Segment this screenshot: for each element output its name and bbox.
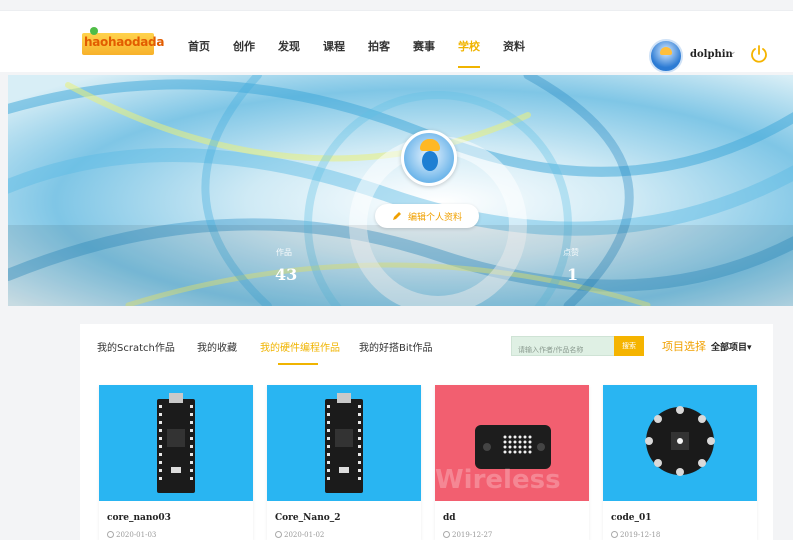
search-button[interactable]: 搜索 <box>614 336 644 356</box>
edit-profile-label: 编辑个人资料 <box>407 212 462 223</box>
work-card[interactable]: code_01 2019-12-18 <box>603 385 757 540</box>
nav-item-contests[interactable]: 赛事 <box>413 38 435 58</box>
search-box <box>511 336 615 359</box>
stat-label-likes: 点赞 <box>563 248 579 257</box>
profile-banner: 作品 43 点赞 1 <box>8 75 793 306</box>
site-logo[interactable]: haohaodada <box>82 33 164 55</box>
nav-item-paike[interactable]: 拍客 <box>368 38 390 58</box>
tab-hardware-works[interactable]: 我的硬件编程作品 <box>260 339 340 365</box>
pencil-icon <box>392 212 401 220</box>
nav-item-create[interactable]: 创作 <box>233 38 255 58</box>
clock-icon <box>275 531 282 538</box>
work-card[interactable]: core_nano03 2020-01-03 <box>99 385 253 540</box>
tab-favorites[interactable]: 我的收藏 <box>197 339 237 354</box>
nav-item-home[interactable]: 首页 <box>188 38 210 58</box>
work-title[interactable]: dd <box>443 513 456 523</box>
nav-item-discover[interactable]: 发现 <box>278 38 300 58</box>
nav-item-school[interactable]: 学校 <box>458 38 480 68</box>
stat-label-works: 作品 <box>276 248 292 257</box>
clock-icon <box>443 531 450 538</box>
stat-value-likes: 1 <box>567 265 579 284</box>
tab-scratch-works[interactable]: 我的Scratch作品 <box>97 339 175 354</box>
nav-item-materials[interactable]: 资料 <box>503 38 525 58</box>
user-avatar[interactable] <box>649 39 683 73</box>
work-date-text: 2020-01-03 <box>116 531 157 539</box>
clock-icon <box>107 531 114 538</box>
project-filter-label: 项目选择 <box>662 340 706 353</box>
top-header: haohaodada 首页 创作 发现 课程 拍客 赛事 学校 资料 dolph… <box>0 10 793 73</box>
stat-value-works: 43 <box>275 265 298 284</box>
logo-text: haohaodada <box>84 35 165 49</box>
edit-profile-button[interactable]: 编辑个人资料 <box>375 204 479 228</box>
project-filter-select[interactable]: 全部项目▾ <box>711 340 752 353</box>
project-filter-value: 全部项目 <box>711 343 748 353</box>
work-thumbnail[interactable] <box>267 385 421 501</box>
works-panel: 我的Scratch作品 我的收藏 我的硬件编程作品 我的好搭Bit作品 搜索 项… <box>80 324 773 540</box>
work-date-text: 2019-12-27 <box>452 531 493 539</box>
work-thumbnail[interactable]: Wireless <box>435 385 589 501</box>
power-icon[interactable] <box>749 44 769 64</box>
chevron-down-icon[interactable]: ⌄ <box>729 47 737 57</box>
search-input[interactable] <box>512 341 614 359</box>
avatar-cap <box>420 139 440 151</box>
nano-board-icon <box>325 393 363 493</box>
work-thumbnail[interactable] <box>99 385 253 501</box>
works-tabs: 我的Scratch作品 我的收藏 我的硬件编程作品 我的好搭Bit作品 搜索 项… <box>80 324 773 366</box>
main-nav: 首页 创作 发现 课程 拍客 赛事 学校 资料 <box>188 38 548 68</box>
round-board-icon <box>645 406 715 476</box>
tab-bit-works[interactable]: 我的好搭Bit作品 <box>359 339 433 354</box>
profile-avatar <box>401 130 457 186</box>
card-watermark: Wireless <box>435 465 561 495</box>
profile-page: haohaodada 首页 创作 发现 课程 拍客 赛事 学校 资料 dolph… <box>0 0 793 540</box>
caret-down-icon: ▾ <box>747 343 752 353</box>
work-date-text: 2019-12-18 <box>620 531 661 539</box>
work-thumbnail[interactable] <box>603 385 757 501</box>
work-card[interactable]: Core_Nano_2 2020-01-02 <box>267 385 421 540</box>
clock-icon <box>611 531 618 538</box>
work-date: 2019-12-18 <box>611 531 660 539</box>
user-name[interactable]: dolphin <box>690 49 733 60</box>
logo-leaf-icon <box>90 27 98 35</box>
work-title[interactable]: Core_Nano_2 <box>275 513 341 523</box>
work-date-text: 2020-01-02 <box>284 531 325 539</box>
work-date: 2019-12-27 <box>443 531 492 539</box>
nav-item-courses[interactable]: 课程 <box>323 38 345 58</box>
work-title[interactable]: code_01 <box>611 513 652 523</box>
work-date: 2020-01-03 <box>107 531 156 539</box>
work-date: 2020-01-02 <box>275 531 324 539</box>
avatar-dolphin <box>422 151 438 171</box>
banner-background <box>8 75 793 306</box>
work-card[interactable]: Wireless dd 2019-12-27 <box>435 385 589 540</box>
nano-board-icon <box>157 393 195 493</box>
work-title[interactable]: core_nano03 <box>107 513 171 523</box>
